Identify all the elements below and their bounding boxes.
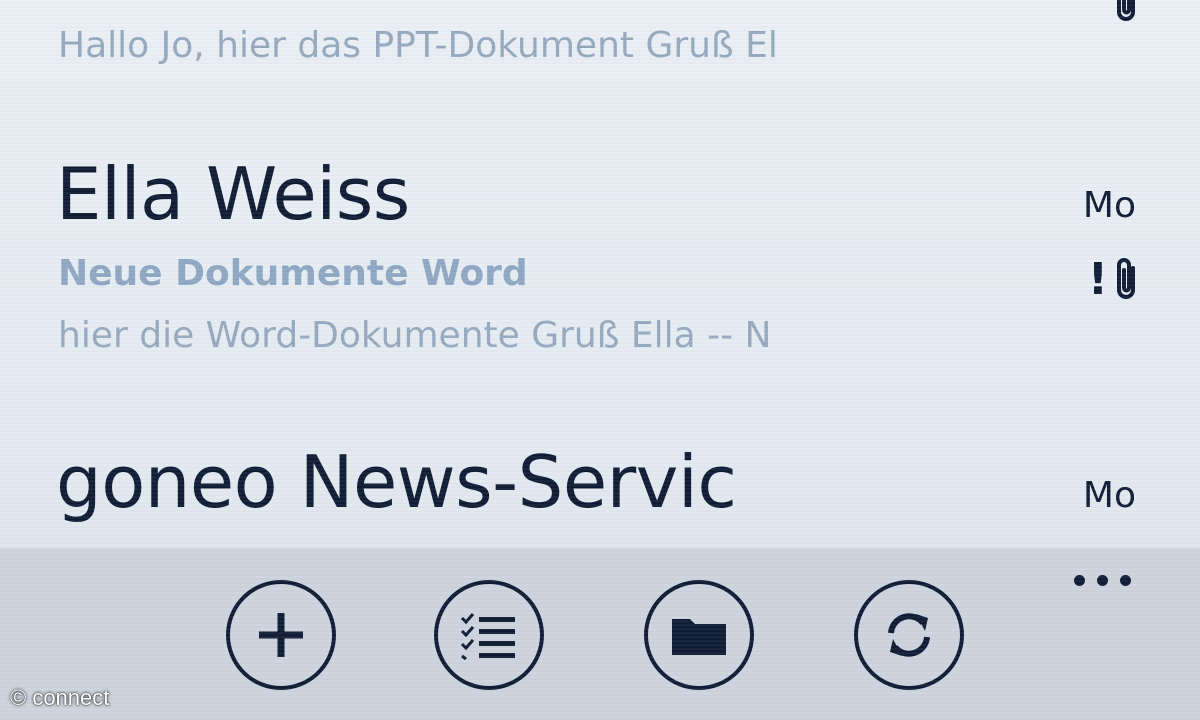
more-button[interactable] <box>1074 568 1138 592</box>
sync-button[interactable] <box>854 580 964 690</box>
app-bar <box>0 548 1200 720</box>
select-button[interactable] <box>434 580 544 690</box>
mail-item[interactable]: goneo News-Servic Mo <box>0 430 1200 548</box>
select-list-icon <box>460 613 515 660</box>
mail-sender: Ella Weiss <box>56 154 410 234</box>
mail-preview: hier die Word-Dokumente Gruß Ella -- N <box>58 315 772 356</box>
sync-icon <box>888 613 930 657</box>
mail-date: Mo <box>1082 185 1136 226</box>
mail-flags: ! <box>1088 256 1140 304</box>
mail-list[interactable]: Hallo Jo, hier das PPT-Dokument Gruß El … <box>0 0 1200 548</box>
add-icon <box>259 613 303 657</box>
mail-item[interactable]: Hallo Jo, hier das PPT-Dokument Gruß El <box>0 0 1200 110</box>
folder-icon <box>672 619 726 655</box>
new-mail-button[interactable] <box>226 580 336 690</box>
important-icon: ! <box>1087 254 1108 305</box>
ellipsis-icon <box>1074 574 1085 586</box>
mail-item[interactable]: Ella Weiss Mo Neue Dokumente Word ! hier… <box>0 140 1200 370</box>
copyright-watermark: © connect <box>10 685 110 710</box>
ellipsis-icon <box>1097 574 1108 586</box>
mail-subject: Neue Dokumente Word <box>58 253 528 294</box>
attachment-icon <box>1117 0 1135 21</box>
ellipsis-icon <box>1120 574 1131 586</box>
folders-button[interactable] <box>644 580 754 690</box>
mail-preview: Hallo Jo, hier das PPT-Dokument Gruß El <box>58 25 778 66</box>
mail-date: Mo <box>1082 475 1136 516</box>
attachment-icon <box>1117 258 1135 299</box>
mail-flags <box>1112 0 1140 24</box>
mail-sender: goneo News-Servic <box>56 442 737 522</box>
mail-screen: Hallo Jo, hier das PPT-Dokument Gruß El … <box>0 0 1200 720</box>
